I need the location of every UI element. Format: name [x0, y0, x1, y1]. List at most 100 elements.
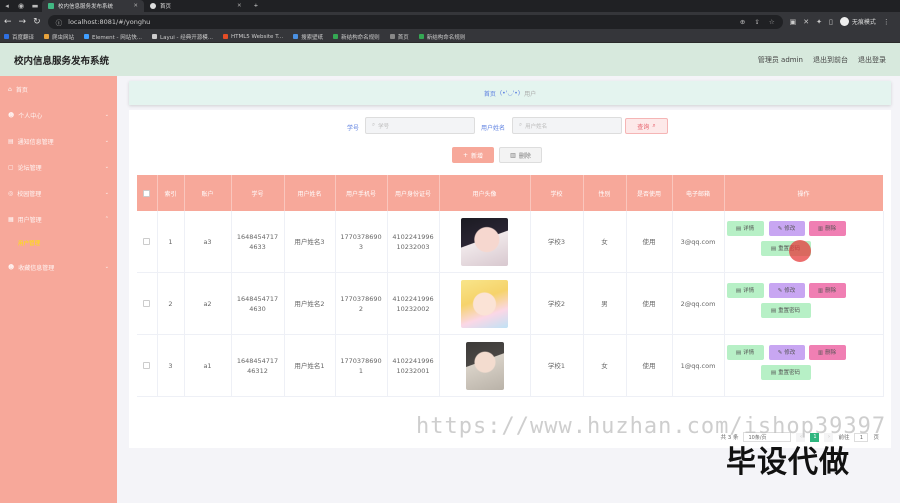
bookmark-icon [44, 34, 50, 39]
document-icon: ▤ [735, 349, 742, 356]
edit-button[interactable]: ✎ 修改 [768, 221, 805, 236]
search-icon: ⌕ [372, 122, 376, 128]
cell-school: 学校1 [530, 334, 584, 397]
bookmark-icon [222, 34, 228, 39]
chevron-up-icon: ⌃ [104, 216, 109, 222]
sidebar-icon[interactable]: ▯ [829, 18, 833, 26]
mute-icon[interactable]: ✕ [803, 18, 809, 26]
bookmark[interactable]: 搜索壁纸 [293, 33, 323, 41]
address-bar[interactable]: ⓘ localhost:8081/#/yonghu ⊕ ⇪ ☆ [47, 14, 783, 29]
reset-password-button[interactable]: ▤重置密码 [760, 303, 811, 318]
detail-button[interactable]: ▤ 详情 [726, 283, 764, 298]
back-arrow-icon[interactable]: ← [4, 17, 12, 27]
search-icon: ⌕ [519, 122, 523, 128]
window-icon[interactable]: ◉ [14, 0, 28, 12]
cell-phone: 17703786902 [335, 272, 388, 335]
chat-icon: ▢ [8, 163, 14, 171]
sidebar-item-profile[interactable]: ☻ 个人中心 ⌄ [0, 102, 117, 128]
batch-delete-button[interactable]: ▥ 删除 [499, 147, 542, 163]
delete-button[interactable]: ▥ 删除 [808, 221, 846, 236]
app-title: 校内信息服务发布系统 [14, 55, 110, 67]
bookmark[interactable]: 新结构命名规则 [333, 33, 380, 41]
bookmark[interactable]: 爬虫网站 [44, 33, 74, 41]
cell-actions: ▤详情 ✎修改 ▥删除 ▤重置密码 [724, 272, 884, 335]
delete-button[interactable]: ▥ 删除 [808, 345, 846, 360]
user-name-input[interactable]: ⌕ 用户姓名 [512, 117, 622, 134]
detail-button[interactable]: ▤ 详情 [726, 345, 764, 360]
header-links: 管理员 admin 退出到前台 退出登录 [758, 55, 886, 65]
vue-icon [48, 3, 54, 9]
browser-toolbar: ← → ↻ ⓘ localhost:8081/#/yonghu ⊕ ⇪ ☆ ▣ … [0, 12, 900, 31]
bookmark[interactable]: 新结构命名规则 [418, 33, 465, 41]
close-icon[interactable]: ✕ [133, 3, 138, 9]
zoom-icon[interactable]: ⊕ [740, 18, 745, 26]
back-to-front-link[interactable]: 退出到前台 [813, 55, 848, 65]
avatar[interactable] [465, 341, 504, 390]
bookmark[interactable]: Layui - 经典开源模... [152, 33, 213, 41]
logout-link[interactable]: 退出登录 [858, 55, 886, 65]
cell-gender: 女 [583, 211, 627, 273]
cell-actions: ▤详情 ✎修改 ▥删除 ▤重置密码 [724, 334, 884, 397]
content-panel: 学号 ⌕ 学号 用户姓名 ⌕ 用户姓名 查询 ⌕ + 新增 ▥ 删除 索引 账户… [129, 110, 891, 448]
cell-email: 3@qq.com [672, 211, 725, 273]
bookmark[interactable]: 首页 [389, 33, 409, 41]
cell-gender: 男 [583, 272, 627, 335]
bookmark[interactable]: HTML5 Website T... [222, 34, 283, 40]
reset-password-button[interactable]: ▤重置密码 [760, 365, 811, 380]
browser-tab-active[interactable]: 校内信息服务发布系统 ✕ [42, 0, 144, 12]
forward-arrow-icon[interactable]: → [19, 17, 27, 27]
chevron-down-icon: ⌄ [104, 190, 109, 196]
add-button[interactable]: + 新增 [452, 147, 494, 163]
sidebar-item-users[interactable]: ▦ 用户管理 ⌃ [0, 206, 117, 232]
row-checkbox[interactable] [137, 211, 158, 273]
share-icon[interactable]: ⇪ [754, 18, 759, 26]
reload-icon[interactable]: ↻ [33, 17, 41, 27]
chevron-down-icon: ⌄ [104, 138, 109, 144]
puzzle-icon[interactable]: ✦ [816, 18, 822, 26]
document-icon: ▤ [8, 137, 14, 145]
trash-icon: ▥ [817, 225, 824, 232]
pencil-icon: ✎ [777, 349, 783, 356]
bookmarks-bar: 百度翻译 爬虫网站 Element - 网站快... Layui - 经典开源模… [0, 31, 900, 43]
pencil-icon: ✎ [777, 225, 783, 232]
bookmark[interactable]: 百度翻译 [4, 33, 34, 41]
detail-button[interactable]: ▤ 详情 [726, 221, 764, 236]
profile-button[interactable]: 无痕模式 [839, 17, 876, 26]
edit-button[interactable]: ✎ 修改 [768, 345, 805, 360]
star-icon[interactable]: ☆ [769, 18, 775, 26]
cell-student-no: 16484547174633 [231, 211, 285, 273]
chevron-down-icon: ⌄ [104, 112, 109, 118]
search-button[interactable]: 查询 ⌕ [625, 118, 668, 134]
tab-list-icon[interactable]: ▬ [28, 0, 42, 12]
globe-icon [150, 3, 156, 9]
sidebar-item-home[interactable]: ⌂ 首页 [0, 76, 117, 102]
student-no-input[interactable]: ⌕ 学号 [365, 117, 475, 134]
select-all-checkbox[interactable] [137, 175, 158, 211]
bookmark[interactable]: Element - 网站快... [84, 33, 142, 41]
avatar[interactable] [461, 279, 508, 328]
back-tabs-icon[interactable]: ◂ [0, 0, 14, 12]
row-checkbox[interactable] [137, 272, 158, 335]
sidebar-item-favorites[interactable]: ☻ 收藏信息管理 ⌄ [0, 254, 117, 280]
close-icon[interactable]: ✕ [237, 3, 242, 9]
sidebar-subitem-user-management[interactable]: 用户管理 [0, 232, 117, 254]
sidebar-item-notices[interactable]: ▤ 通知信息管理 ⌄ [0, 128, 117, 154]
row-checkbox[interactable] [137, 334, 158, 397]
user-name-label: 用户姓名 [481, 125, 506, 132]
table-row: 1 a3 16484547174633 用户姓名3 17703786903 41… [137, 211, 884, 273]
edit-button[interactable]: ✎ 修改 [768, 283, 805, 298]
table-header: 索引 账户 学号 用户姓名 用户手机号 用户身份证号 用户头像 学校 性别 是否… [137, 175, 884, 211]
delete-button[interactable]: ▥ 删除 [808, 283, 846, 298]
cell-id-card: 410224199610232001 [387, 334, 440, 397]
table-row: 3 a1 164845471746312 用户姓名1 17703786901 4… [137, 334, 884, 397]
avatar[interactable] [461, 217, 508, 266]
incognito-icon [839, 17, 849, 26]
extension-icon[interactable]: ▣ [790, 18, 797, 26]
menu-icon[interactable]: ⋮ [883, 18, 890, 26]
sidebar-item-campus[interactable]: ◎ 校园管理 ⌄ [0, 180, 117, 206]
new-tab-button[interactable]: + [248, 0, 265, 12]
breadcrumb-home[interactable]: 首页 [484, 89, 496, 98]
sidebar-item-forum[interactable]: ▢ 论坛管理 ⌄ [0, 154, 117, 180]
cell-in-use: 使用 [626, 272, 673, 335]
browser-tab[interactable]: 首页 ✕ [144, 0, 248, 12]
